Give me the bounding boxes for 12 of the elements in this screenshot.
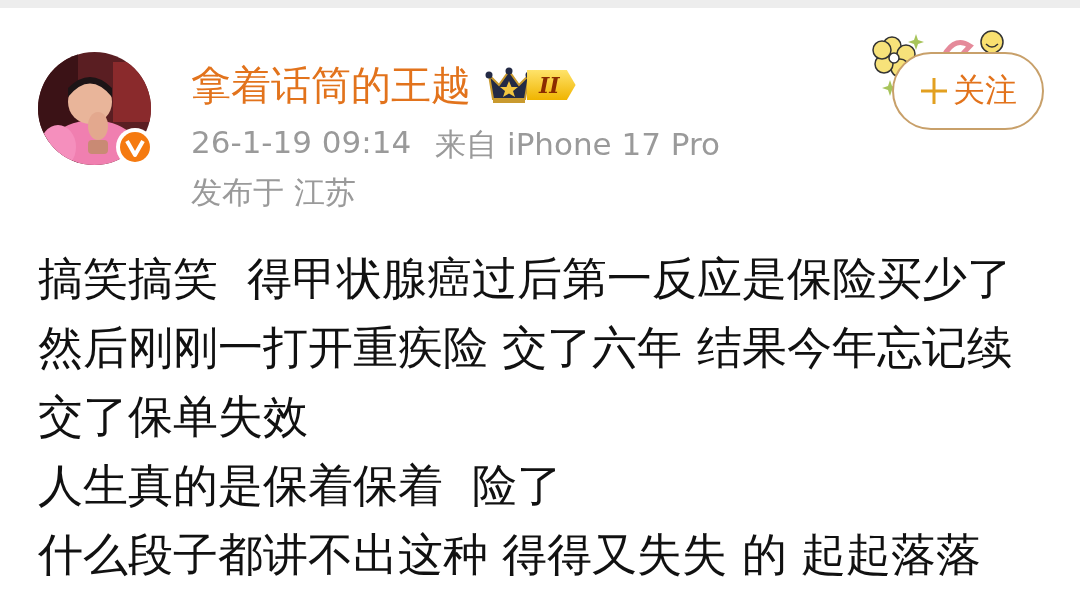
- post-time: 26-1-19 09:14: [191, 124, 412, 162]
- post-text-line: 交了保单失效: [38, 389, 309, 445]
- post-text-line: 然后刚刚一打开重疾险 交了六年 结果今年忘记续: [38, 320, 1013, 376]
- post-text-line: 搞笑搞笑 得甲状腺癌过后第一反应是保险买少了: [38, 251, 1013, 307]
- post-text-line: 什么段子都讲不出这种 得得又失失 的 起起落落: [38, 527, 982, 583]
- post-text-line: 人生真的是保着保着 险了: [38, 458, 563, 514]
- post-source: 来自 iPhone 17 Pro: [435, 125, 720, 164]
- follow-button[interactable]: 关注: [892, 52, 1044, 130]
- plus-icon: [919, 76, 949, 106]
- post-location: 发布于 江苏: [191, 173, 357, 212]
- level-badge: II: [527, 70, 576, 100]
- author-name[interactable]: 拿着话筒的王越: [191, 57, 471, 113]
